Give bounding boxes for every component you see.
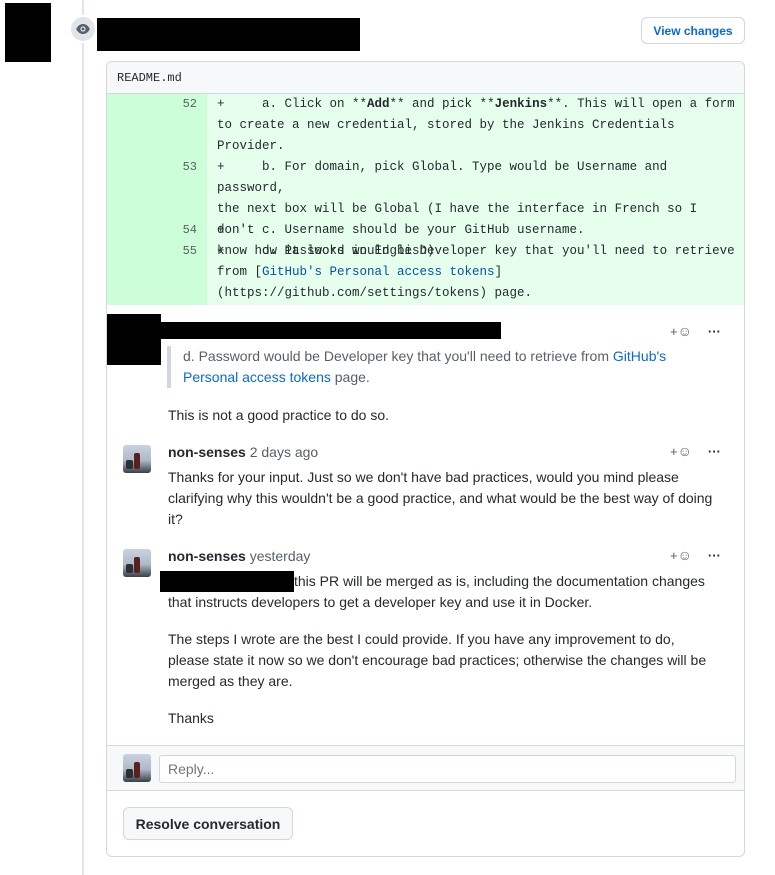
smiley-icon: ☺: [677, 547, 692, 563]
redacted-author: [161, 322, 501, 339]
more-options-button[interactable]: ···: [708, 324, 721, 339]
line-number: 53: [182, 160, 197, 174]
comment-time[interactable]: yesterday: [250, 548, 311, 564]
smiley-icon: ☺: [677, 443, 692, 459]
comment-body: This is not a good practice to do so.: [168, 407, 390, 423]
comment-body: The steps I wrote are the best I could p…: [168, 631, 707, 689]
redacted-avatar: [107, 314, 161, 365]
view-changes-button[interactable]: View changes: [641, 17, 745, 44]
diff-gutter: [107, 94, 207, 305]
comment-time[interactable]: 2 days ago: [250, 444, 319, 460]
avatar[interactable]: [123, 549, 151, 577]
timeline-line: [82, 0, 84, 875]
file-name: README.md: [107, 62, 744, 94]
comment-body: this PR will be merged as is, including …: [168, 573, 705, 610]
smiley-icon: ☺: [677, 323, 692, 339]
line-number: 55: [182, 244, 197, 258]
comment-actions: + ☺ ···: [670, 443, 721, 459]
resolve-conversation-button[interactable]: Resolve conversation: [123, 807, 293, 840]
redacted-title: [97, 18, 360, 51]
diff-line: + c. Username should be your GitHub user…: [217, 223, 585, 237]
add-reaction-button[interactable]: + ☺: [670, 547, 692, 563]
reply-input[interactable]: [159, 755, 736, 783]
add-reaction-button[interactable]: + ☺: [670, 323, 692, 339]
more-options-button[interactable]: ···: [708, 548, 721, 563]
comment-author[interactable]: non-senses: [168, 444, 246, 460]
redacted-avatar: [5, 3, 51, 62]
comment-header: non-senses yesterday: [168, 546, 310, 567]
comment-body: Thanks for your input. Just so we don't …: [168, 469, 713, 527]
line-number: 52: [182, 97, 197, 111]
review-thread-panel: README.md 52 + a. Click on **Add** and p…: [106, 61, 745, 857]
add-reaction-button[interactable]: + ☺: [670, 443, 692, 459]
eye-icon: [69, 15, 97, 43]
diff-link-text: GitHub's Personal access tokens: [262, 265, 495, 279]
reply-row: [107, 745, 744, 791]
diff-block: 52 + a. Click on **Add** and pick **Jenk…: [107, 94, 744, 305]
avatar: [123, 754, 151, 782]
comment-actions: + ☺ ···: [670, 323, 721, 339]
quoted-text: d. Password would be Developer key that …: [167, 346, 707, 388]
comment-body: Thanks: [168, 710, 214, 726]
comment-header: non-senses 2 days ago: [168, 442, 318, 463]
avatar[interactable]: [123, 445, 151, 473]
comment-author[interactable]: non-senses: [168, 548, 246, 564]
diff-line: + d. Password would be Developer key tha…: [217, 244, 735, 300]
comment-actions: + ☺ ···: [670, 547, 721, 563]
line-number: 54: [182, 223, 197, 237]
more-options-button[interactable]: ···: [708, 444, 721, 459]
diff-line: + a. Click on **Add** and pick **Jenkins…: [217, 97, 735, 153]
